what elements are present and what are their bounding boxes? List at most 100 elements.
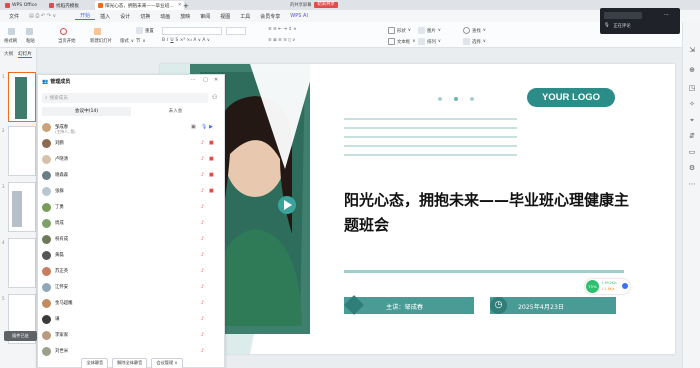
speaker-text[interactable]: 主讲：邹成春	[386, 302, 423, 311]
share-window[interactable]: ⋯ 🎙 正在评论	[600, 8, 680, 34]
slide[interactable]: YOUR LOGO 阳光心态，拥抱未来——毕业班心理健康主题班会 主讲：邹成春 …	[160, 64, 675, 354]
camera-off-icon[interactable]: ■	[209, 156, 214, 162]
participant-row[interactable]: 卢晓清 ♪ ■	[38, 153, 226, 167]
participant-row[interactable]: 谢森森 ♪ ■	[38, 169, 226, 183]
tab-not-joined[interactable]: 未入会	[131, 107, 220, 116]
participant-row[interactable]: 黄磊 ♪	[38, 249, 226, 263]
mute-all-button[interactable]: 全体静音	[81, 358, 109, 368]
add-member-icon[interactable]: ⚇	[212, 94, 217, 101]
collapse-icon[interactable]: ⇲	[688, 46, 696, 54]
share-controls[interactable]	[604, 12, 642, 19]
select-button[interactable]: 选择 ∨	[463, 38, 486, 45]
menu-view[interactable]: 视图	[215, 13, 235, 20]
tab-outline[interactable]: 大纲	[4, 51, 13, 57]
mic-icon[interactable]: 🎙	[604, 23, 609, 29]
menu-wps-ai[interactable]: WPS AI	[285, 13, 313, 19]
participant-row[interactable]: 江怀安 ♪	[38, 281, 226, 295]
mic-icon[interactable]: 🎙	[201, 124, 207, 130]
mic-muted-icon[interactable]: ♪	[201, 188, 204, 194]
participant-row[interactable]: 丁勇 ♪	[38, 201, 226, 215]
participant-row[interactable]: 苏正英 ♪	[38, 265, 226, 279]
new-slide-button[interactable]	[94, 28, 101, 35]
tab-template[interactable]: 找稻壳模板	[46, 1, 82, 10]
participant-row[interactable]: 金马超雕 ♪	[38, 297, 226, 311]
menu-icons[interactable]: ▤ ⎙ ↶ ↷ ∨	[24, 13, 61, 19]
settings-icon[interactable]: ⚙	[688, 164, 696, 172]
camera-off-icon[interactable]: ■	[209, 188, 214, 194]
mic-muted-icon[interactable]: ♪	[201, 332, 204, 338]
participant-row[interactable]: 李家家 ♪	[38, 329, 226, 343]
participant-row[interactable]: 谦 ♪	[38, 313, 226, 327]
network-widget[interactable]: 75% ↑ 69.2K/s ↓ 1.8K/s	[585, 279, 630, 294]
participant-row[interactable]: 刘世米 ♪	[38, 345, 226, 359]
paragraph-buttons[interactable]: ≡ ≡ ⇤ ⇥ ↕ ∨	[268, 27, 297, 32]
menu-slideshow[interactable]: 放映	[175, 13, 195, 20]
mic-muted-icon[interactable]: ♪	[201, 172, 204, 178]
tab-slides[interactable]: 幻灯片	[18, 51, 32, 58]
mic-muted-icon[interactable]: ♪	[201, 204, 204, 210]
end-share-button[interactable]: 结束共享	[314, 1, 338, 8]
mic-muted-icon[interactable]: ♪	[201, 252, 204, 258]
mic-muted-icon[interactable]: ♪	[201, 140, 204, 146]
participant-row[interactable]: 祝有成 ♪	[38, 233, 226, 247]
mic-muted-icon[interactable]: ♪	[201, 348, 204, 354]
mic-muted-icon[interactable]: ♪	[201, 300, 204, 306]
mic-muted-icon[interactable]: ♪	[201, 316, 204, 322]
tab-in-meeting[interactable]: 会议中(14)	[42, 107, 131, 116]
meeting-manage-button[interactable]: 会议管理 ∨	[151, 358, 183, 368]
tab-document[interactable]: 阳光心态，拥抱未来——毕业班... ✕	[95, 1, 185, 10]
textbox-button[interactable]: 文本框 ∨	[388, 38, 415, 45]
slide-thumbnail-3[interactable]	[8, 182, 36, 232]
format-painter-button[interactable]	[8, 28, 15, 35]
mic-muted-icon[interactable]: ♪	[201, 236, 204, 242]
slide-title[interactable]: 阳光心态，拥抱未来——毕业班心理健康主题班会	[344, 188, 634, 238]
animation-icon[interactable]: ✧	[688, 100, 696, 108]
participant-row[interactable]: 张群 ♪ ■	[38, 185, 226, 199]
camera-off-icon[interactable]: ■	[209, 172, 214, 178]
panel-more-icon[interactable]: ⋯	[191, 77, 196, 83]
menu-transition[interactable]: 切换	[135, 13, 155, 20]
menu-member[interactable]: 会员专享	[255, 13, 285, 20]
unmute-all-button[interactable]: 解除全体静音	[112, 358, 148, 368]
mic-muted-icon[interactable]: ♪	[201, 284, 204, 290]
font-select[interactable]	[162, 27, 222, 35]
participant-row[interactable]: 刘鹏 ♪ ■	[38, 137, 226, 151]
new-tab-button[interactable]: +	[180, 1, 192, 10]
search-input[interactable]: ⌕ 搜索成员	[42, 93, 208, 103]
shape-button[interactable]: 形状 ∨	[388, 27, 411, 34]
menu-insert[interactable]: 插入	[95, 13, 115, 20]
font-size-select[interactable]	[226, 27, 246, 35]
select-pane-icon[interactable]: ⌖	[688, 116, 696, 124]
transform-icon[interactable]: ⇵	[688, 132, 696, 140]
file-menu[interactable]: 文件	[4, 13, 24, 20]
pop-out-icon[interactable]: □	[203, 77, 208, 83]
more-icon[interactable]: ⋯	[664, 12, 669, 18]
camera-icon[interactable]: ▶	[209, 124, 213, 130]
close-icon[interactable]: ✕	[214, 77, 218, 83]
more-icon[interactable]: ⋯	[688, 180, 696, 188]
menu-review[interactable]: 审阅	[195, 13, 215, 20]
layout-button[interactable]: 版式 ∨	[120, 38, 134, 45]
property-icon[interactable]: ◳	[688, 84, 696, 92]
participant-row[interactable]: 邹成春 (主持人, 我) ▣ 🎙 ▶	[38, 121, 226, 135]
menu-design[interactable]: 设计	[115, 13, 135, 20]
mic-muted-icon[interactable]: ♪	[201, 220, 204, 226]
reset-button[interactable]: 重置	[136, 27, 154, 34]
menu-tools[interactable]: 工具	[235, 13, 255, 20]
menu-animation[interactable]: 动画	[155, 13, 175, 20]
participant-row[interactable]: 周成 ♪	[38, 217, 226, 231]
tab-wps-office[interactable]: WPS Office	[2, 1, 40, 10]
mic-muted-icon[interactable]: ♪	[201, 156, 204, 162]
camera-off-icon[interactable]: ■	[209, 140, 214, 146]
paste-button[interactable]	[26, 28, 33, 35]
menu-home[interactable]: 开始	[75, 12, 96, 20]
current-start-button[interactable]	[60, 28, 67, 35]
align-buttons[interactable]: ≡ ≣ ≡ ≡ ▯ ∨	[268, 38, 295, 43]
find-button[interactable]: 查找 ∨	[463, 27, 486, 34]
picture-button[interactable]: 图片 ∨	[418, 27, 441, 34]
arrange-button[interactable]: 排列 ∨	[418, 38, 441, 45]
slide-thumbnail-1[interactable]	[8, 72, 36, 122]
zoom-icon[interactable]: ⊕	[688, 66, 696, 74]
section-button[interactable]: 节 ∨	[136, 38, 146, 45]
mic-muted-icon[interactable]: ♪	[201, 268, 204, 274]
